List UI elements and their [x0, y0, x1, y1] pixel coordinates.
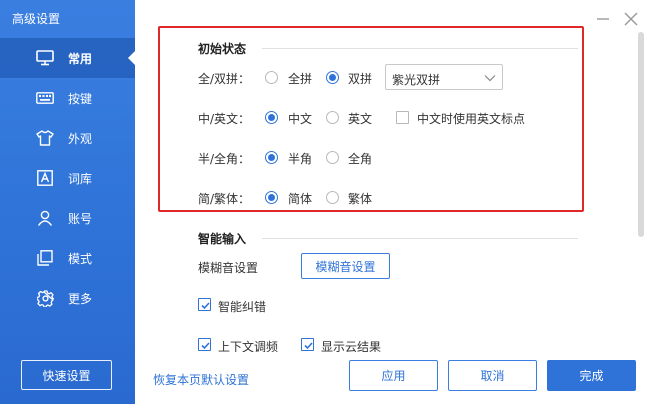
select-value: 紫光双拼 — [392, 73, 441, 87]
monitor-icon — [36, 49, 54, 67]
shirt-icon — [36, 129, 54, 147]
apply-button[interactable]: 应用 — [349, 360, 438, 391]
traditional-option: 繁体 — [348, 192, 373, 206]
traditional-radio[interactable] — [326, 191, 339, 204]
quanpin-radio[interactable] — [265, 71, 278, 84]
trad-row-label: 简/繁体： — [198, 192, 251, 206]
active-pointer — [128, 50, 136, 66]
quanpin-row-label: 全/双拼： — [198, 72, 251, 86]
sidebar-item-label: 常用 — [68, 51, 93, 66]
fuzzy-row-label: 模糊音设置 — [198, 261, 259, 275]
chinese-radio[interactable] — [265, 111, 278, 124]
cloud-result-checkbox[interactable] — [301, 338, 314, 351]
keyboard-icon — [36, 89, 54, 107]
halfwidth-option: 半角 — [288, 152, 313, 166]
sidebar-item-account[interactable]: 账号 — [0, 198, 135, 238]
chinese-option: 中文 — [288, 112, 313, 126]
context-freq-label: 上下文调频 — [218, 340, 279, 352]
minimize-icon[interactable] — [594, 10, 612, 28]
simplified-radio[interactable] — [265, 191, 278, 204]
gear-icon — [36, 289, 54, 307]
sidebar-item-more[interactable]: 更多 — [0, 278, 135, 318]
autocorrect-label: 智能纠错 — [218, 300, 267, 314]
sidebar-item-dictionary[interactable]: 词库 — [0, 158, 135, 198]
shuangpin-option: 双拼 — [348, 72, 373, 86]
cancel-button[interactable]: 取消 — [448, 360, 537, 391]
initial-state-title: 初始状态 — [198, 42, 247, 56]
shuangpin-radio[interactable] — [326, 71, 339, 84]
chevron-down-icon — [484, 72, 496, 86]
sidebar-item-mode[interactable]: 模式 — [0, 238, 135, 278]
simplified-option: 简体 — [288, 192, 313, 206]
sidebar-item-label: 模式 — [68, 251, 93, 266]
halfwidth-radio[interactable] — [265, 151, 278, 164]
section-divider — [262, 48, 578, 49]
cloud-result-label: 显示云结果 — [321, 340, 382, 352]
fullwidth-option: 全角 — [348, 152, 373, 166]
restore-defaults-link[interactable]: 恢复本页默认设置 — [153, 371, 249, 388]
context-freq-checkbox[interactable] — [198, 338, 211, 351]
done-button[interactable]: 完成 — [547, 360, 636, 391]
close-icon[interactable] — [622, 10, 640, 28]
window-title: 高级设置 — [12, 12, 61, 26]
section-divider — [262, 238, 578, 239]
english-punct-label: 中文时使用英文标点 — [417, 112, 526, 126]
fullwidth-radio[interactable] — [326, 151, 339, 164]
sidebar-item-common[interactable]: 常用 — [0, 38, 136, 78]
dictionary-icon — [36, 169, 54, 187]
autocorrect-checkbox[interactable] — [198, 298, 211, 311]
english-radio[interactable] — [326, 111, 339, 124]
english-option: 英文 — [348, 112, 373, 126]
user-icon — [36, 209, 54, 227]
sidebar-item-label: 词库 — [68, 171, 93, 186]
shuangpin-scheme-select[interactable]: 紫光双拼 — [385, 64, 503, 90]
english-punct-checkbox[interactable] — [396, 111, 409, 124]
scrollbar[interactable] — [638, 32, 644, 237]
quick-settings-button[interactable]: 快速设置 — [21, 360, 112, 390]
smart-input-title: 智能输入 — [198, 232, 247, 246]
copy-icon — [36, 249, 54, 267]
sidebar: 高级设置 常用 按键 外观 词库 账号 模式 更多 快速设置 — [0, 0, 136, 404]
sidebar-item-label: 外观 — [68, 131, 93, 146]
sidebar-item-label: 账号 — [68, 211, 93, 226]
sidebar-item-appearance[interactable]: 外观 — [0, 118, 135, 158]
fuzzy-settings-button[interactable]: 模糊音设置 — [301, 253, 390, 279]
quanpin-option: 全拼 — [288, 72, 313, 86]
sidebar-item-keys[interactable]: 按键 — [0, 78, 135, 118]
cn-en-row-label: 中/英文： — [198, 112, 251, 126]
partial-options-row: 上下文调频 显示云结果 — [135, 330, 635, 352]
width-row-label: 半/全角： — [198, 152, 251, 166]
sidebar-item-label: 更多 — [68, 291, 93, 306]
sidebar-item-label: 按键 — [68, 91, 93, 106]
